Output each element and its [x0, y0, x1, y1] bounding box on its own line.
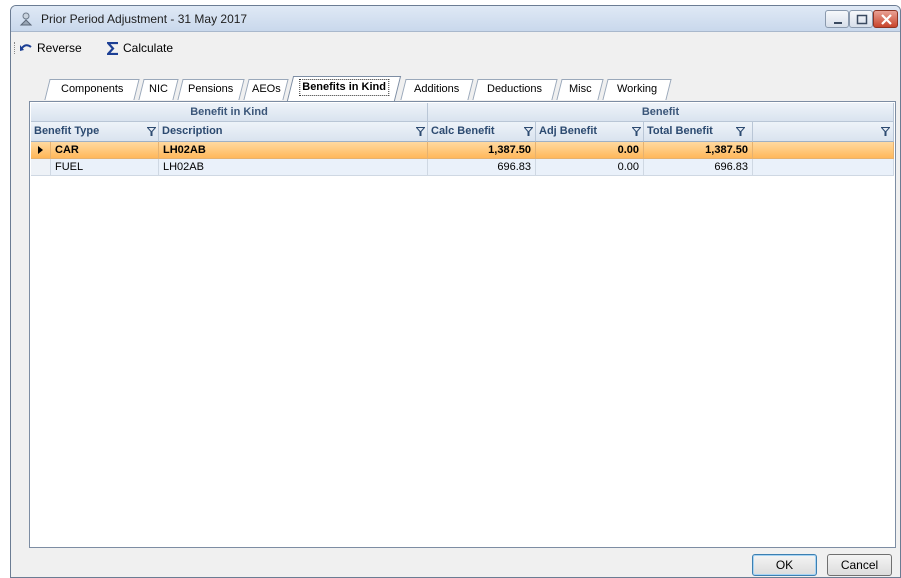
cell-calc-benefit[interactable]: 696.83 [428, 159, 536, 176]
benefits-grid: Benefit in Kind Benefit Benefit Type Des… [31, 103, 894, 546]
filter-icon[interactable] [524, 127, 533, 136]
tab-label: Benefits in Kind [299, 79, 390, 96]
payroll-app-icon [19, 12, 33, 26]
minimize-button[interactable] [825, 10, 849, 28]
column-header-description[interactable]: Description [159, 122, 428, 142]
close-button[interactable] [873, 10, 898, 28]
sigma-icon [107, 41, 118, 55]
reverse-label: Reverse [37, 41, 82, 55]
tab-nic[interactable]: NIC [138, 79, 179, 100]
cell-benefit-type[interactable]: FUEL [51, 159, 159, 176]
prior-period-adjustment-window: Prior Period Adjustment - 31 May 2017 Re… [10, 5, 901, 578]
band-header-row: Benefit in Kind Benefit [31, 103, 894, 122]
current-row-arrow-icon [38, 146, 43, 154]
window-title: Prior Period Adjustment - 31 May 2017 [41, 12, 248, 26]
column-label: Adj Benefit [539, 125, 598, 137]
band-benefit: Benefit [428, 103, 894, 122]
tab-benefits-in-kind[interactable]: Benefits in Kind [286, 76, 402, 101]
tab-components[interactable]: Components [44, 79, 140, 100]
toolbar-grip[interactable] [14, 42, 16, 54]
tab-deductions[interactable]: Deductions [472, 79, 558, 100]
cell-extra[interactable] [753, 159, 894, 176]
cell-adj-benefit[interactable]: 0.00 [536, 142, 644, 159]
cell-total-benefit[interactable]: 696.83 [644, 159, 753, 176]
cancel-button[interactable]: Cancel [827, 554, 892, 576]
tab-label: Misc [568, 83, 592, 95]
cell-adj-benefit[interactable]: 0.00 [536, 159, 644, 176]
column-header-calc-benefit[interactable]: Calc Benefit [428, 122, 536, 142]
column-label: Description [162, 125, 223, 137]
table-row[interactable]: FUEL LH02AB 696.83 0.00 696.83 [31, 159, 894, 176]
maximize-icon [856, 14, 868, 25]
row-indicator[interactable] [31, 142, 51, 159]
tab-additions[interactable]: Additions [400, 79, 474, 100]
cell-calc-benefit[interactable]: 1,387.50 [428, 142, 536, 159]
column-header-benefit-type[interactable]: Benefit Type [31, 122, 159, 142]
title-bar[interactable]: Prior Period Adjustment - 31 May 2017 [11, 6, 900, 32]
column-header-row: Benefit Type Description Calc Benefit Ad… [31, 122, 894, 142]
band-benefit-in-kind: Benefit in Kind [31, 103, 428, 122]
tab-working[interactable]: Working [602, 79, 672, 100]
tab-label: NIC [149, 83, 168, 95]
cell-extra[interactable] [753, 142, 894, 159]
undo-arrow-icon [20, 44, 32, 51]
column-header-extra[interactable] [753, 122, 894, 142]
tab-label: Components [60, 83, 124, 95]
tab-label: Pensions [188, 83, 234, 95]
filter-icon[interactable] [736, 127, 745, 136]
tab-label: Additions [414, 83, 460, 95]
filter-icon[interactable] [416, 127, 425, 136]
filter-icon[interactable] [632, 127, 641, 136]
benefits-in-kind-panel: Benefit in Kind Benefit Benefit Type Des… [29, 101, 896, 548]
tab-label: Deductions [487, 83, 543, 95]
tab-strip: Components NIC Pensions AEOs Benefits in… [25, 76, 895, 101]
tab-label: Working [616, 83, 658, 95]
cell-description[interactable]: LH02AB [159, 159, 428, 176]
tab-misc[interactable]: Misc [556, 79, 604, 100]
calculate-label: Calculate [123, 41, 174, 55]
close-icon [881, 14, 892, 25]
ok-button[interactable]: OK [752, 554, 817, 576]
cell-benefit-type[interactable]: CAR [51, 142, 159, 159]
column-label: Calc Benefit [431, 125, 495, 137]
reverse-button[interactable]: Reverse [19, 39, 82, 57]
tab-pensions[interactable]: Pensions [177, 79, 245, 100]
table-row[interactable]: CAR LH02AB 1,387.50 0.00 1,387.50 [31, 142, 894, 159]
column-header-adj-benefit[interactable]: Adj Benefit [536, 122, 644, 142]
minimize-icon [834, 22, 842, 24]
filter-icon[interactable] [147, 127, 156, 136]
column-label: Total Benefit [647, 125, 713, 137]
row-indicator[interactable] [31, 159, 51, 176]
cell-total-benefit[interactable]: 1,387.50 [644, 142, 753, 159]
column-label: Benefit Type [34, 125, 100, 137]
toolbar: Reverse Calculate [11, 35, 900, 59]
maximize-button[interactable] [849, 10, 873, 28]
filter-icon[interactable] [881, 127, 890, 136]
cell-description[interactable]: LH02AB [159, 142, 428, 159]
tab-label: AEOs [251, 83, 281, 95]
calculate-button[interactable]: Calculate [107, 39, 173, 57]
column-header-total-benefit[interactable]: Total Benefit [644, 122, 753, 142]
tab-aeos[interactable]: AEOs [243, 79, 289, 100]
